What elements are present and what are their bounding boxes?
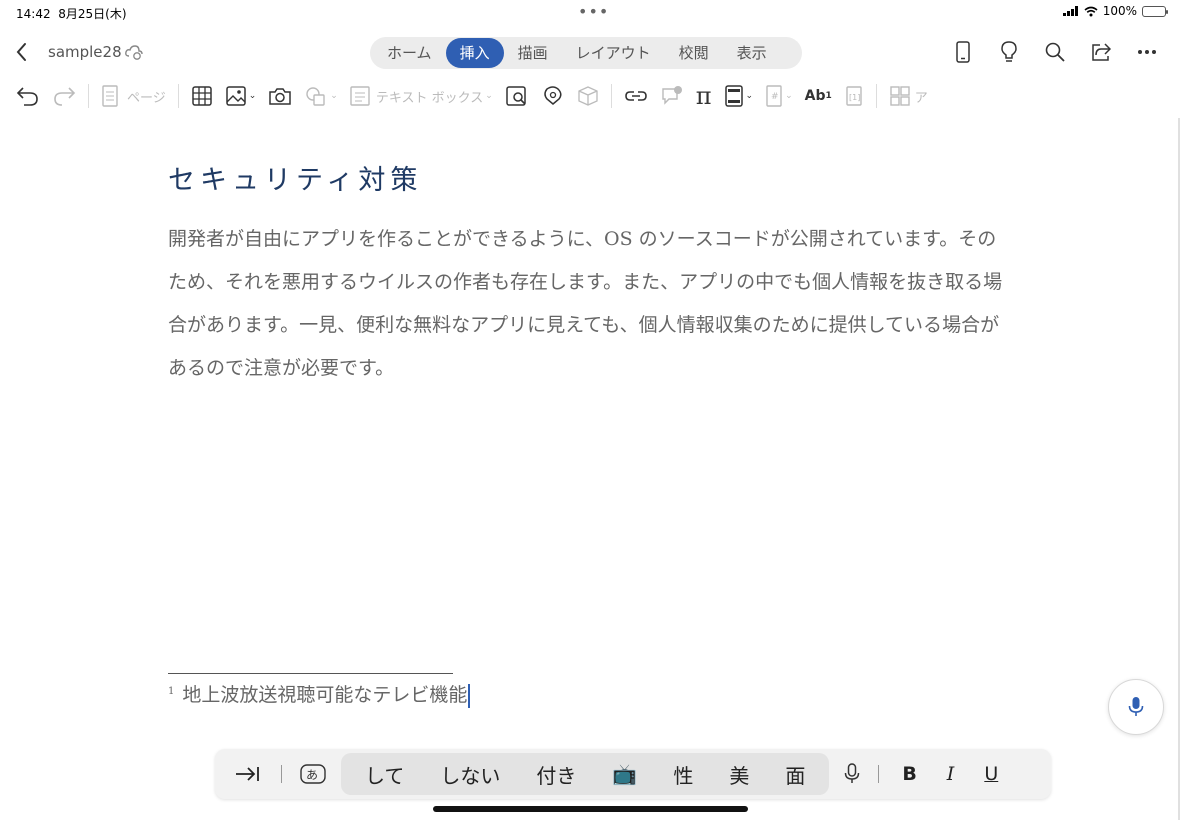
- new-comment-icon[interactable]: [654, 78, 690, 114]
- status-bar: 14:42 8月25日(木) ••• 100%: [0, 0, 1180, 24]
- tab-insert[interactable]: 挿入: [445, 38, 504, 68]
- page-number-button[interactable]: # ⌄: [759, 78, 799, 114]
- microphone-icon: [1128, 697, 1144, 716]
- kb-divider: [878, 765, 880, 783]
- addins-label: ア: [914, 90, 928, 106]
- title-bar: sample28 ホーム 挿入 描画 レイアウト 校閲 表示: [0, 30, 1180, 74]
- picture-button[interactable]: ⌄: [219, 78, 263, 114]
- status-right: 100%: [1062, 4, 1168, 18]
- ribbon-tabs: ホーム 挿入 描画 レイアウト 校閲 表示: [370, 37, 802, 69]
- battery-percent: 100%: [1102, 4, 1137, 18]
- title-actions: [940, 38, 1170, 66]
- candidate[interactable]: しない: [422, 760, 518, 789]
- multitasking-dots-icon[interactable]: •••: [578, 2, 609, 21]
- kb-divider: [281, 765, 282, 783]
- underline-button[interactable]: U: [969, 753, 1013, 795]
- toolbar-divider: [610, 84, 612, 108]
- candidate[interactable]: 付き: [518, 760, 594, 789]
- camera-icon[interactable]: [262, 78, 298, 114]
- page-icon: [102, 85, 118, 107]
- signal-icon: [1062, 6, 1078, 16]
- tab-layout[interactable]: レイアウト: [562, 38, 665, 68]
- candidate[interactable]: して: [347, 760, 422, 789]
- status-date: 8月25日(木): [58, 7, 127, 21]
- keyboard-dictation-icon[interactable]: [834, 753, 870, 795]
- redo-icon[interactable]: [46, 78, 82, 114]
- page-label: ページ: [127, 90, 166, 106]
- candidate[interactable]: 性: [655, 760, 711, 789]
- addins-icon: [890, 86, 910, 106]
- bold-button[interactable]: B: [887, 753, 931, 795]
- tab-home[interactable]: ホーム: [373, 38, 446, 68]
- battery-icon: [1142, 5, 1168, 17]
- textbox-button[interactable]: テキスト ボックス ⌄: [344, 78, 499, 114]
- candidate[interactable]: 面: [767, 760, 823, 789]
- chevron-down-icon: ⌄: [785, 91, 793, 101]
- text-cursor: [468, 684, 471, 708]
- footnote-text[interactable]: 地上波放送視聴可能なテレビ機能: [182, 684, 467, 706]
- undo-icon[interactable]: [10, 78, 46, 114]
- more-icon[interactable]: [1124, 38, 1170, 66]
- share-icon[interactable]: [1078, 38, 1124, 66]
- picture-icon: [226, 86, 246, 106]
- toolbar-divider: [88, 84, 89, 108]
- footnote-separator: [168, 673, 453, 674]
- shapes-icon: [306, 87, 325, 106]
- tab-draw[interactable]: 描画: [504, 38, 562, 68]
- tab-key-icon[interactable]: [223, 753, 273, 795]
- header-footer-button[interactable]: ⌄: [718, 78, 760, 114]
- addins-button[interactable]: ア: [883, 78, 934, 114]
- wifi-icon: [1084, 6, 1098, 16]
- cloud-sync-icon[interactable]: [124, 43, 144, 61]
- insert-toolbar: ページ ⌄ ⌄ テキスト ボックス ⌄ π ⌄ # ⌄ Ab 1 [1] ア: [0, 76, 1180, 116]
- page-number-icon: #: [766, 85, 782, 107]
- lightbulb-icon[interactable]: [986, 38, 1032, 66]
- candidate[interactable]: 美: [711, 760, 767, 789]
- citation-icon[interactable]: [1]: [838, 78, 870, 114]
- toolbar-divider: [875, 84, 877, 108]
- toolbar-divider: [177, 84, 179, 108]
- footnote-sup: 1: [825, 91, 832, 101]
- dictate-button[interactable]: [1108, 679, 1164, 735]
- document-canvas[interactable]: セキュリティ対策 開発者が自由にアプリを作ることができるように、OS のソースコ…: [0, 118, 1178, 820]
- pi-icon: π: [695, 82, 712, 110]
- back-chevron-icon[interactable]: [10, 38, 34, 66]
- tab-view[interactable]: 表示: [723, 38, 781, 68]
- prediction-candidates: して しない 付き 📺 性 美 面: [341, 753, 830, 795]
- link-icon[interactable]: [618, 78, 654, 114]
- footnote-label: Ab: [804, 88, 826, 104]
- chevron-down-icon: ⌄: [485, 91, 493, 101]
- chevron-down-icon: ⌄: [745, 91, 754, 101]
- svg-text:[1]: [1]: [849, 93, 860, 102]
- icons-icon[interactable]: [535, 78, 571, 114]
- equation-button[interactable]: π: [690, 78, 718, 114]
- chevron-down-icon: ⌄: [330, 91, 338, 101]
- footnote-number: 1: [168, 685, 175, 697]
- svg-text:#: #: [771, 92, 779, 102]
- chevron-down-icon: ⌄: [248, 91, 257, 101]
- search-icon[interactable]: [1032, 38, 1078, 66]
- input-mode-icon[interactable]: あ: [290, 753, 336, 795]
- home-indicator[interactable]: [433, 806, 748, 812]
- candidate-tv-emoji[interactable]: 📺: [594, 762, 655, 786]
- status-time: 14:42 8月25日(木): [16, 7, 127, 21]
- textbox-icon: [350, 86, 370, 106]
- header-footer-icon: [724, 85, 743, 107]
- italic-button[interactable]: I: [932, 753, 970, 795]
- shapes-button[interactable]: ⌄: [298, 78, 344, 114]
- mobile-view-icon[interactable]: [940, 38, 986, 66]
- textbox-label: テキスト ボックス: [375, 90, 484, 106]
- footnote-button[interactable]: Ab 1: [799, 78, 838, 114]
- tab-review[interactable]: 校閲: [665, 38, 723, 68]
- document-paragraph[interactable]: 開発者が自由にアプリを作ることができるように、OS のソースコードが公開されてい…: [168, 218, 1008, 390]
- document-name[interactable]: sample28: [48, 43, 122, 61]
- keyboard-shortcut-bar: あ して しない 付き 📺 性 美 面 B I U: [215, 749, 1051, 799]
- document-heading[interactable]: セキュリティ対策: [168, 158, 422, 197]
- 3d-model-icon[interactable]: [571, 78, 605, 114]
- table-icon[interactable]: [185, 78, 219, 114]
- footnote[interactable]: 1 地上波放送視聴可能なテレビ機能: [168, 680, 471, 708]
- svg-text:あ: あ: [306, 768, 318, 782]
- page-button[interactable]: ページ: [95, 78, 172, 114]
- image-search-icon[interactable]: [499, 78, 535, 114]
